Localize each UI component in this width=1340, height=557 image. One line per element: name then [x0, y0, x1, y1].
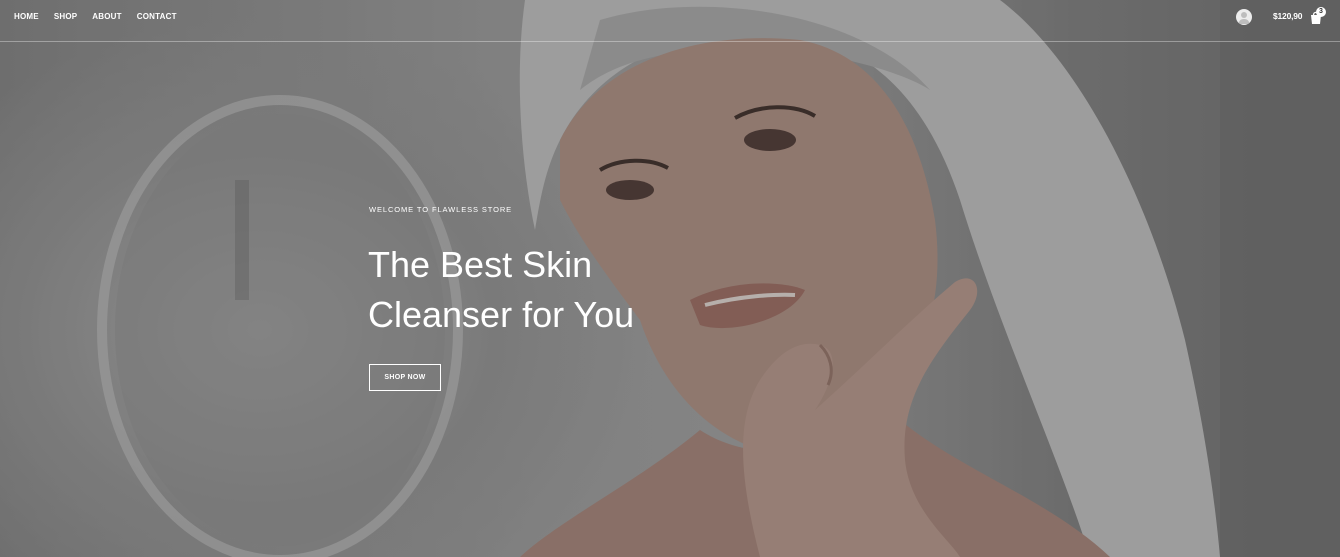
- hero-headline: The Best Skin Cleanser for You: [368, 240, 748, 340]
- user-avatar-icon[interactable]: [1236, 9, 1252, 25]
- nav-link-about[interactable]: ABOUT: [92, 12, 121, 22]
- main-nav: HOME SHOP ABOUT CONTACT: [14, 12, 192, 22]
- cart-count-badge: 3: [1316, 7, 1326, 17]
- user-silhouette-icon: [1238, 12, 1250, 24]
- nav-link-shop[interactable]: SHOP: [54, 12, 77, 22]
- hero-eyebrow: WELCOME TO FLAWLESS STORE: [369, 205, 513, 214]
- nav-link-home[interactable]: HOME: [14, 12, 39, 22]
- cart-total[interactable]: $120,90: [1273, 11, 1303, 21]
- nav-link-contact[interactable]: CONTACT: [137, 12, 177, 22]
- site-header: HOME SHOP ABOUT CONTACT $120,90 3: [0, 0, 1340, 42]
- hero-headline-line-2: Cleanser for You: [368, 294, 635, 335]
- hero-headline-line-1: The Best Skin: [368, 244, 593, 285]
- shop-now-button[interactable]: SHOP NOW: [369, 364, 441, 391]
